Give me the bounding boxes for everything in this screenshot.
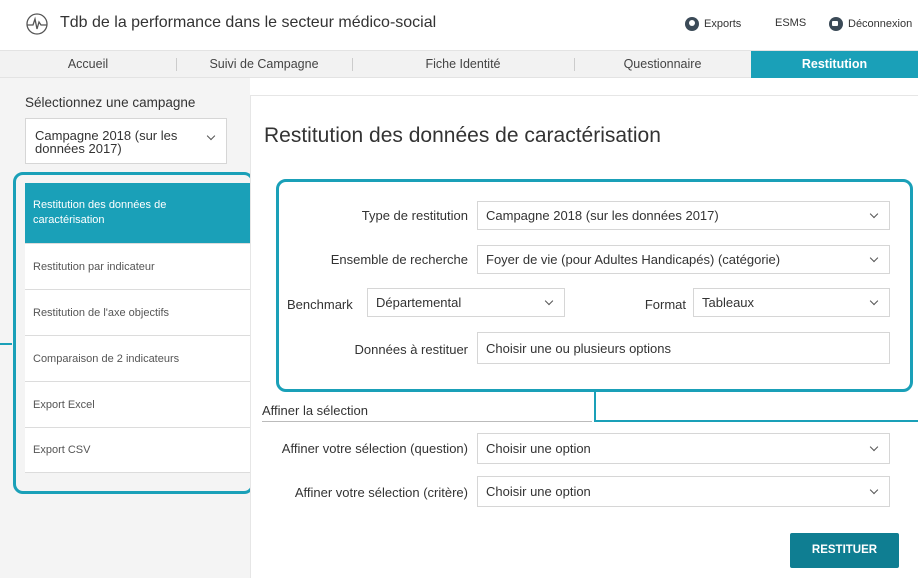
type-restitution-label: Type de restitution <box>361 208 468 223</box>
restitution-menu: Restitution des données de caractérisati… <box>25 183 255 473</box>
chevron-down-icon <box>869 253 879 263</box>
donnees-restituer-label: Données à restituer <box>354 342 468 357</box>
menu-item-export-excel[interactable]: Export Excel <box>25 381 255 427</box>
section-divider <box>262 421 592 422</box>
chevron-down-icon <box>869 296 879 306</box>
refine-critere-value: Choisir une option <box>486 484 591 499</box>
campaign-select-value: Campagne 2018 (sur les données 2017) <box>35 128 178 156</box>
menu-item-comparaison[interactable]: Comparaison de 2 indicateurs <box>25 335 255 381</box>
tab-suivi-campagne[interactable]: Suivi de Campagne <box>176 51 352 78</box>
chevron-down-icon <box>544 296 554 306</box>
donnees-restituer-multiselect[interactable]: Choisir une ou plusieurs options <box>477 332 890 364</box>
refine-question-select[interactable]: Choisir une option <box>477 433 890 464</box>
benchmark-label: Benchmark <box>287 297 353 312</box>
chevron-down-icon <box>206 131 216 141</box>
ensemble-recherche-label: Ensemble de recherche <box>330 252 468 267</box>
connector-line <box>594 392 596 422</box>
exports-button[interactable]: Exports <box>685 17 741 31</box>
menu-item-axe-objectifs[interactable]: Restitution de l'axe objectifs <box>25 289 255 335</box>
benchmark-select[interactable]: Départemental <box>367 288 565 317</box>
menu-item-donnees-caracterisation[interactable]: Restitution des données de caractérisati… <box>25 183 255 243</box>
app-title: Tdb de la performance dans le secteur mé… <box>60 14 437 31</box>
refine-critere-select[interactable]: Choisir une option <box>477 476 890 507</box>
menu-item-label: Restitution de l'axe objectifs <box>33 306 170 319</box>
campaign-select[interactable]: Campagne 2018 (sur les données 2017) <box>25 118 227 164</box>
esms-button[interactable]: ESMS <box>775 17 806 29</box>
menu-item-label: Export Excel <box>33 398 95 411</box>
tab-restitution[interactable]: Restitution <box>751 51 918 78</box>
format-label: Format <box>644 297 686 312</box>
tab-questionnaire[interactable]: Questionnaire <box>574 51 751 78</box>
refine-critere-label: Affiner votre sélection (critère) <box>294 485 468 500</box>
refine-section-title: Affiner la sélection <box>262 403 368 418</box>
benchmark-value: Départemental <box>376 295 462 310</box>
chevron-down-icon <box>869 209 879 219</box>
page-title: Restitution des données de caractérisati… <box>264 124 661 147</box>
logout-icon <box>829 17 843 31</box>
exports-label: Exports <box>704 18 742 30</box>
ensemble-recherche-select[interactable]: Foyer de vie (pour Adultes Handicapés) (… <box>477 245 890 274</box>
tab-fiche-identite[interactable]: Fiche Identité <box>352 51 574 78</box>
tab-accueil[interactable]: Accueil <box>0 51 176 78</box>
top-bar: Tdb de la performance dans le secteur mé… <box>0 0 918 50</box>
chevron-down-icon <box>869 442 879 452</box>
menu-item-par-indicateur[interactable]: Restitution par indicateur <box>25 243 255 289</box>
logout-label: Déconnexion <box>848 18 913 30</box>
format-select[interactable]: Tableaux <box>693 288 890 317</box>
logo-icon <box>26 13 48 35</box>
refine-question-value: Choisir une option <box>486 441 591 456</box>
main-nav: Accueil Suivi de Campagne Fiche Identité… <box>0 50 918 78</box>
menu-item-export-csv[interactable]: Export CSV <box>25 427 255 473</box>
menu-item-label: Export CSV <box>33 444 91 456</box>
donnees-restituer-placeholder: Choisir une ou plusieurs options <box>486 341 671 356</box>
type-restitution-value: Campagne 2018 (sur les données 2017) <box>486 208 719 223</box>
restituer-button[interactable]: RESTITUER <box>790 533 899 568</box>
chevron-down-icon <box>869 485 879 495</box>
ensemble-recherche-value: Foyer de vie (pour Adultes Handicapés) (… <box>486 252 781 267</box>
menu-item-label: Restitution des données de caractérisati… <box>33 199 167 226</box>
logout-button[interactable]: Déconnexion <box>829 17 912 31</box>
menu-item-label: Comparaison de 2 indicateurs <box>33 352 180 365</box>
esms-label: ESMS <box>775 17 807 29</box>
refine-question-label: Affiner votre sélection (question) <box>281 441 468 456</box>
format-value: Tableaux <box>702 295 755 310</box>
campaign-select-title: Sélectionnez une campagne <box>25 95 196 110</box>
menu-item-label: Restitution par indicateur <box>33 260 155 273</box>
download-icon <box>685 17 699 31</box>
connector-line <box>0 343 12 345</box>
type-restitution-select[interactable]: Campagne 2018 (sur les données 2017) <box>477 201 890 230</box>
connector-line <box>594 420 918 422</box>
